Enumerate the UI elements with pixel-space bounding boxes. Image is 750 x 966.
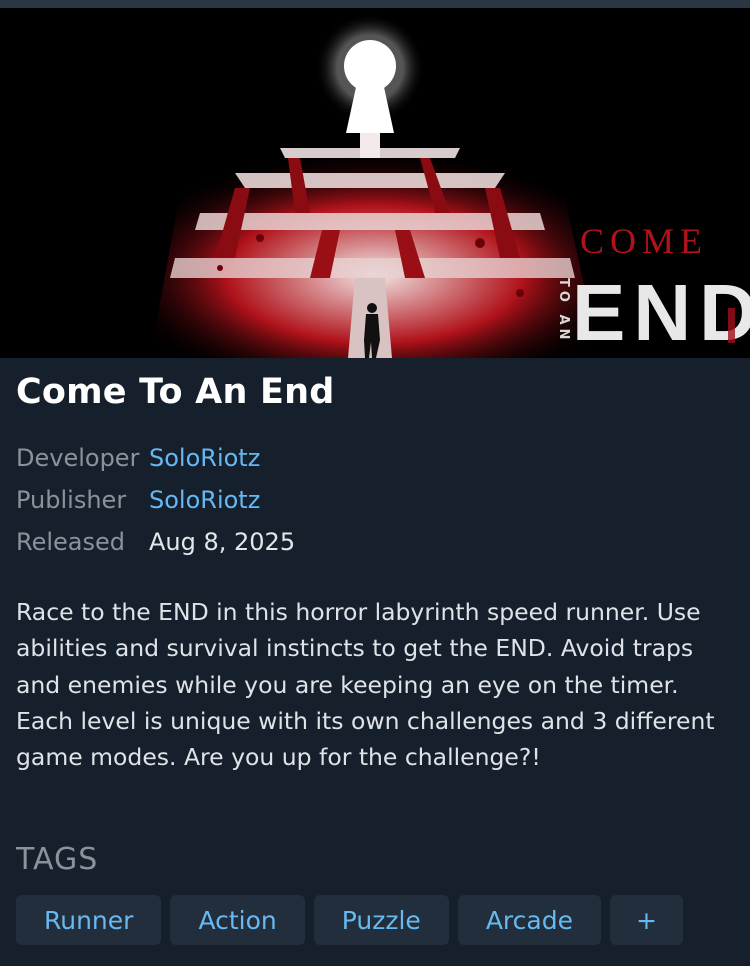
publisher-link[interactable]: SoloRiotz (149, 486, 260, 514)
tag-action[interactable]: Action (170, 895, 305, 945)
logo-word-come: COME (580, 221, 708, 261)
release-date: Aug 8, 2025 (149, 528, 296, 556)
released-row: Released Aug 8, 2025 (16, 521, 295, 563)
top-divider (0, 0, 750, 8)
game-meta: Developer SoloRiotz Publisher SoloRiotz … (16, 437, 295, 563)
logo-word-end: END (572, 268, 750, 357)
publisher-label: Publisher (16, 486, 127, 514)
publisher-row: Publisher SoloRiotz (16, 479, 295, 521)
developer-row: Developer SoloRiotz (16, 437, 295, 479)
cover-art-illustration: COME TO AN END (0, 8, 750, 358)
store-page: COME TO AN END Come To An End Developer … (0, 0, 750, 966)
game-description: Race to the END in this horror labyrinth… (16, 598, 715, 772)
released-label: Released (16, 528, 126, 556)
developer-link[interactable]: SoloRiotz (149, 444, 260, 472)
game-cover-art[interactable]: COME TO AN END (0, 8, 750, 358)
tag-runner[interactable]: Runner (16, 895, 162, 945)
developer-label: Developer (16, 444, 140, 472)
game-title: Come To An End (16, 372, 335, 412)
tag-puzzle[interactable]: Puzzle (313, 895, 449, 945)
logo-word-to-an: TO AN (556, 278, 571, 343)
tags-heading: TAGS (16, 842, 99, 877)
tag-arcade[interactable]: Arcade (457, 895, 601, 945)
more-tags-button[interactable]: + (609, 895, 683, 945)
tag-list: Runner Action Puzzle Arcade + (16, 895, 683, 945)
